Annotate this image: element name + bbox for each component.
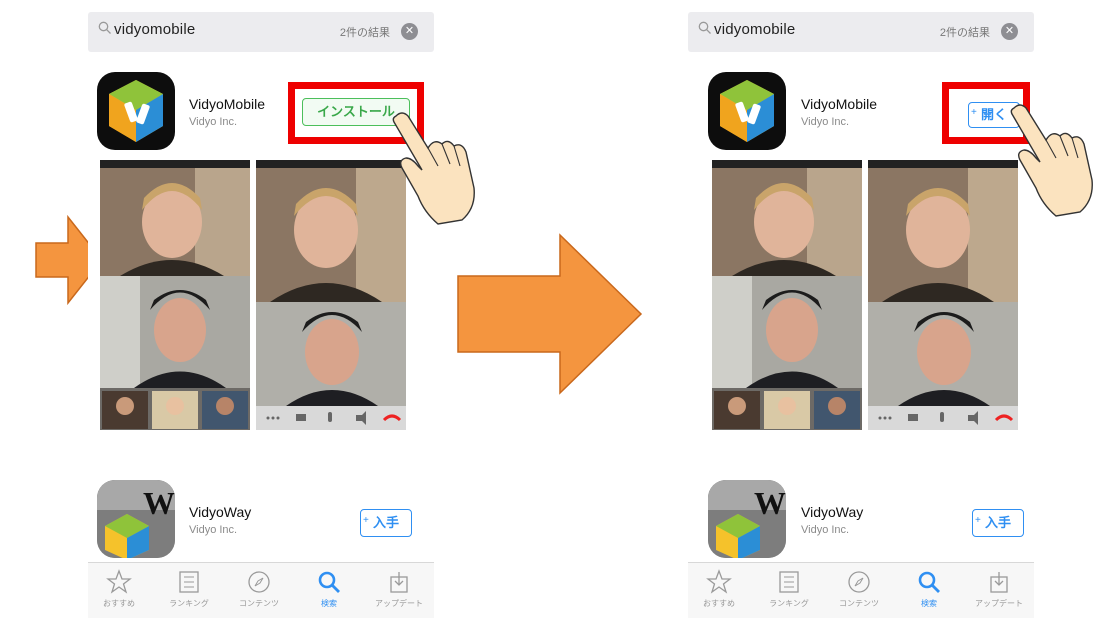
tab-label: コンテンツ [239,599,279,608]
tab-label: コンテンツ [839,599,879,608]
vidyomobile-app-icon[interactable] [708,72,786,150]
large-orange-arrow [457,233,643,395]
clear-icon[interactable]: ✕ [401,23,418,40]
vidyo-logo-icon [720,80,774,142]
tab-content[interactable]: コンテンツ [228,569,290,609]
app-name[interactable]: VidyoWay [189,504,251,520]
vidyoway-app-icon[interactable]: W [708,480,786,558]
download-icon [990,572,1008,593]
tab-featured[interactable]: おすすめ [88,569,150,609]
plus-icon: + [363,515,369,526]
screenshot-1 [100,160,250,430]
pointing-hand-icon [392,112,475,225]
plus-icon: + [975,515,981,526]
pointing-hand-icon [1010,104,1093,217]
screenshot-2 [868,160,1018,430]
app-name[interactable]: VidyoWay [801,504,863,520]
tab-search[interactable]: 検索 [898,569,960,609]
star-icon [106,569,132,594]
app-name[interactable]: VidyoMobile [801,96,877,112]
app-developer: Vidyo Inc. [189,524,238,536]
tab-label: アップデート [375,599,423,608]
search-bar[interactable]: vidyomobile 2件の結果 ✕ [688,12,1034,52]
app-name[interactable]: VidyoMobile [189,96,265,112]
tab-label: おすすめ [703,599,735,608]
tab-ranking[interactable]: ランキング [158,569,220,609]
list-icon [179,571,199,593]
vidyomobile-app-icon[interactable] [97,72,175,150]
tab-bar: おすすめ ランキング コンテンツ 検索 アップデート [688,562,1034,618]
app-developer: Vidyo Inc. [801,116,850,128]
search-icon [98,21,111,34]
tab-ranking[interactable]: ランキング [758,569,820,609]
search-bar[interactable]: vidyomobile 2件の結果 ✕ [88,12,434,52]
get-button-label: 入手 [372,515,399,530]
list-icon [779,571,799,593]
get-button[interactable]: + 入手 [972,509,1024,537]
tab-updates[interactable]: アップデート [368,569,430,609]
vidyoway-logo-icon: W [708,480,786,558]
tab-content[interactable]: コンテンツ [828,569,890,609]
vidyo-logo-icon [109,80,163,142]
screenshot-2 [256,160,406,430]
screenshot-1 [712,160,862,430]
download-icon [390,572,408,593]
tab-label: アップデート [975,599,1023,608]
tab-featured[interactable]: おすすめ [688,569,750,609]
result-count: 2件の結果 [939,27,990,39]
tab-label: ランキング [169,599,209,608]
get-button[interactable]: + 入手 [360,509,412,537]
tab-bar: おすすめ ランキング コンテンツ 検索 アップデート [88,562,434,618]
search-query[interactable]: vidyomobile [114,21,195,38]
search-icon [698,21,711,34]
tab-label: おすすめ [103,599,135,608]
get-button-label: 入手 [984,515,1011,530]
compass-icon [248,571,270,593]
search-icon [318,571,340,593]
compass-icon [848,571,870,593]
app-developer: Vidyo Inc. [189,116,238,128]
tab-label: 検索 [321,599,337,608]
app-screenshots [100,160,406,430]
svg-text:W: W [143,485,175,521]
app-developer: Vidyo Inc. [801,524,850,536]
search-icon [918,571,940,593]
tab-search[interactable]: 検索 [298,569,360,609]
search-query[interactable]: vidyomobile [714,21,795,38]
vidyoway-logo-icon: W [97,480,175,558]
tab-label: ランキング [769,599,809,608]
app-store-screen-after: vidyomobile 2件の結果 ✕ VidyoMobile Vidyo In… [688,0,1093,619]
result-count: 2件の結果 [339,27,390,39]
clear-icon[interactable]: ✕ [1001,23,1018,40]
svg-text:W: W [754,485,786,521]
vidyoway-app-icon[interactable]: W [97,480,175,558]
tab-updates[interactable]: アップデート [968,569,1030,609]
app-store-screen-before: vidyomobile 2件の結果 ✕ VidyoMobile Vidyo In… [88,0,475,619]
star-icon [706,569,732,594]
tab-label: 検索 [921,599,937,608]
app-screenshots [712,160,1018,430]
